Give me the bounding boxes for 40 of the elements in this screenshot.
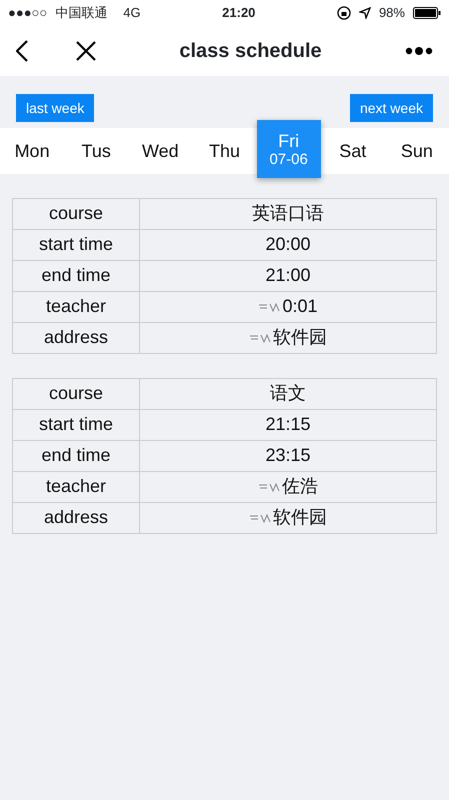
- field-value: 23:15: [140, 440, 436, 472]
- day-tab[interactable]: Wed: [128, 128, 192, 174]
- field-value: 21:00: [140, 260, 436, 292]
- field-label: teacher: [12, 472, 140, 502]
- last-week-button[interactable]: last week: [16, 94, 94, 122]
- back-icon[interactable]: [16, 40, 28, 62]
- field-label: course: [12, 198, 140, 230]
- field-label: end time: [12, 260, 140, 292]
- next-week-button[interactable]: next week: [350, 94, 433, 122]
- day-tab[interactable]: Mon: [0, 128, 64, 174]
- redacted-text: 软件园: [273, 327, 327, 348]
- field-value: 20:00: [140, 230, 436, 260]
- day-tab[interactable]: Thu: [192, 128, 257, 174]
- field-label: start time: [12, 230, 140, 260]
- location-arrow-icon: [358, 7, 371, 19]
- more-icon[interactable]: [405, 46, 433, 56]
- redacted-text: 0:01: [282, 296, 318, 316]
- redacted-text: 软件园: [273, 507, 327, 528]
- status-time: 21:20: [222, 4, 256, 22]
- field-label: start time: [12, 410, 140, 440]
- battery-icon: [412, 7, 441, 19]
- field-label: end time: [12, 440, 140, 472]
- field-label: course: [12, 378, 140, 410]
- field-label: address: [12, 502, 140, 534]
- signal-strength: ●●●○○: [8, 4, 48, 22]
- field-value: 语文: [140, 378, 436, 410]
- field-label: address: [12, 322, 140, 354]
- day-tab[interactable]: Sun: [384, 128, 449, 174]
- field-label: teacher: [12, 292, 140, 322]
- page-title: class schedule: [179, 39, 322, 64]
- redacted-text: 佐浩: [282, 476, 318, 496]
- carrier-name: 中国联通: [55, 4, 108, 22]
- rotation-lock-icon: [336, 6, 351, 20]
- battery-percent: 98%: [378, 4, 405, 22]
- close-icon[interactable]: [76, 41, 96, 61]
- field-value: 21:15: [140, 410, 436, 440]
- field-value: 英语口语: [140, 198, 436, 230]
- day-tab[interactable]: Tus: [64, 128, 128, 174]
- network-type: 4G: [123, 4, 141, 22]
- day-tab[interactable]: Sat: [320, 128, 385, 174]
